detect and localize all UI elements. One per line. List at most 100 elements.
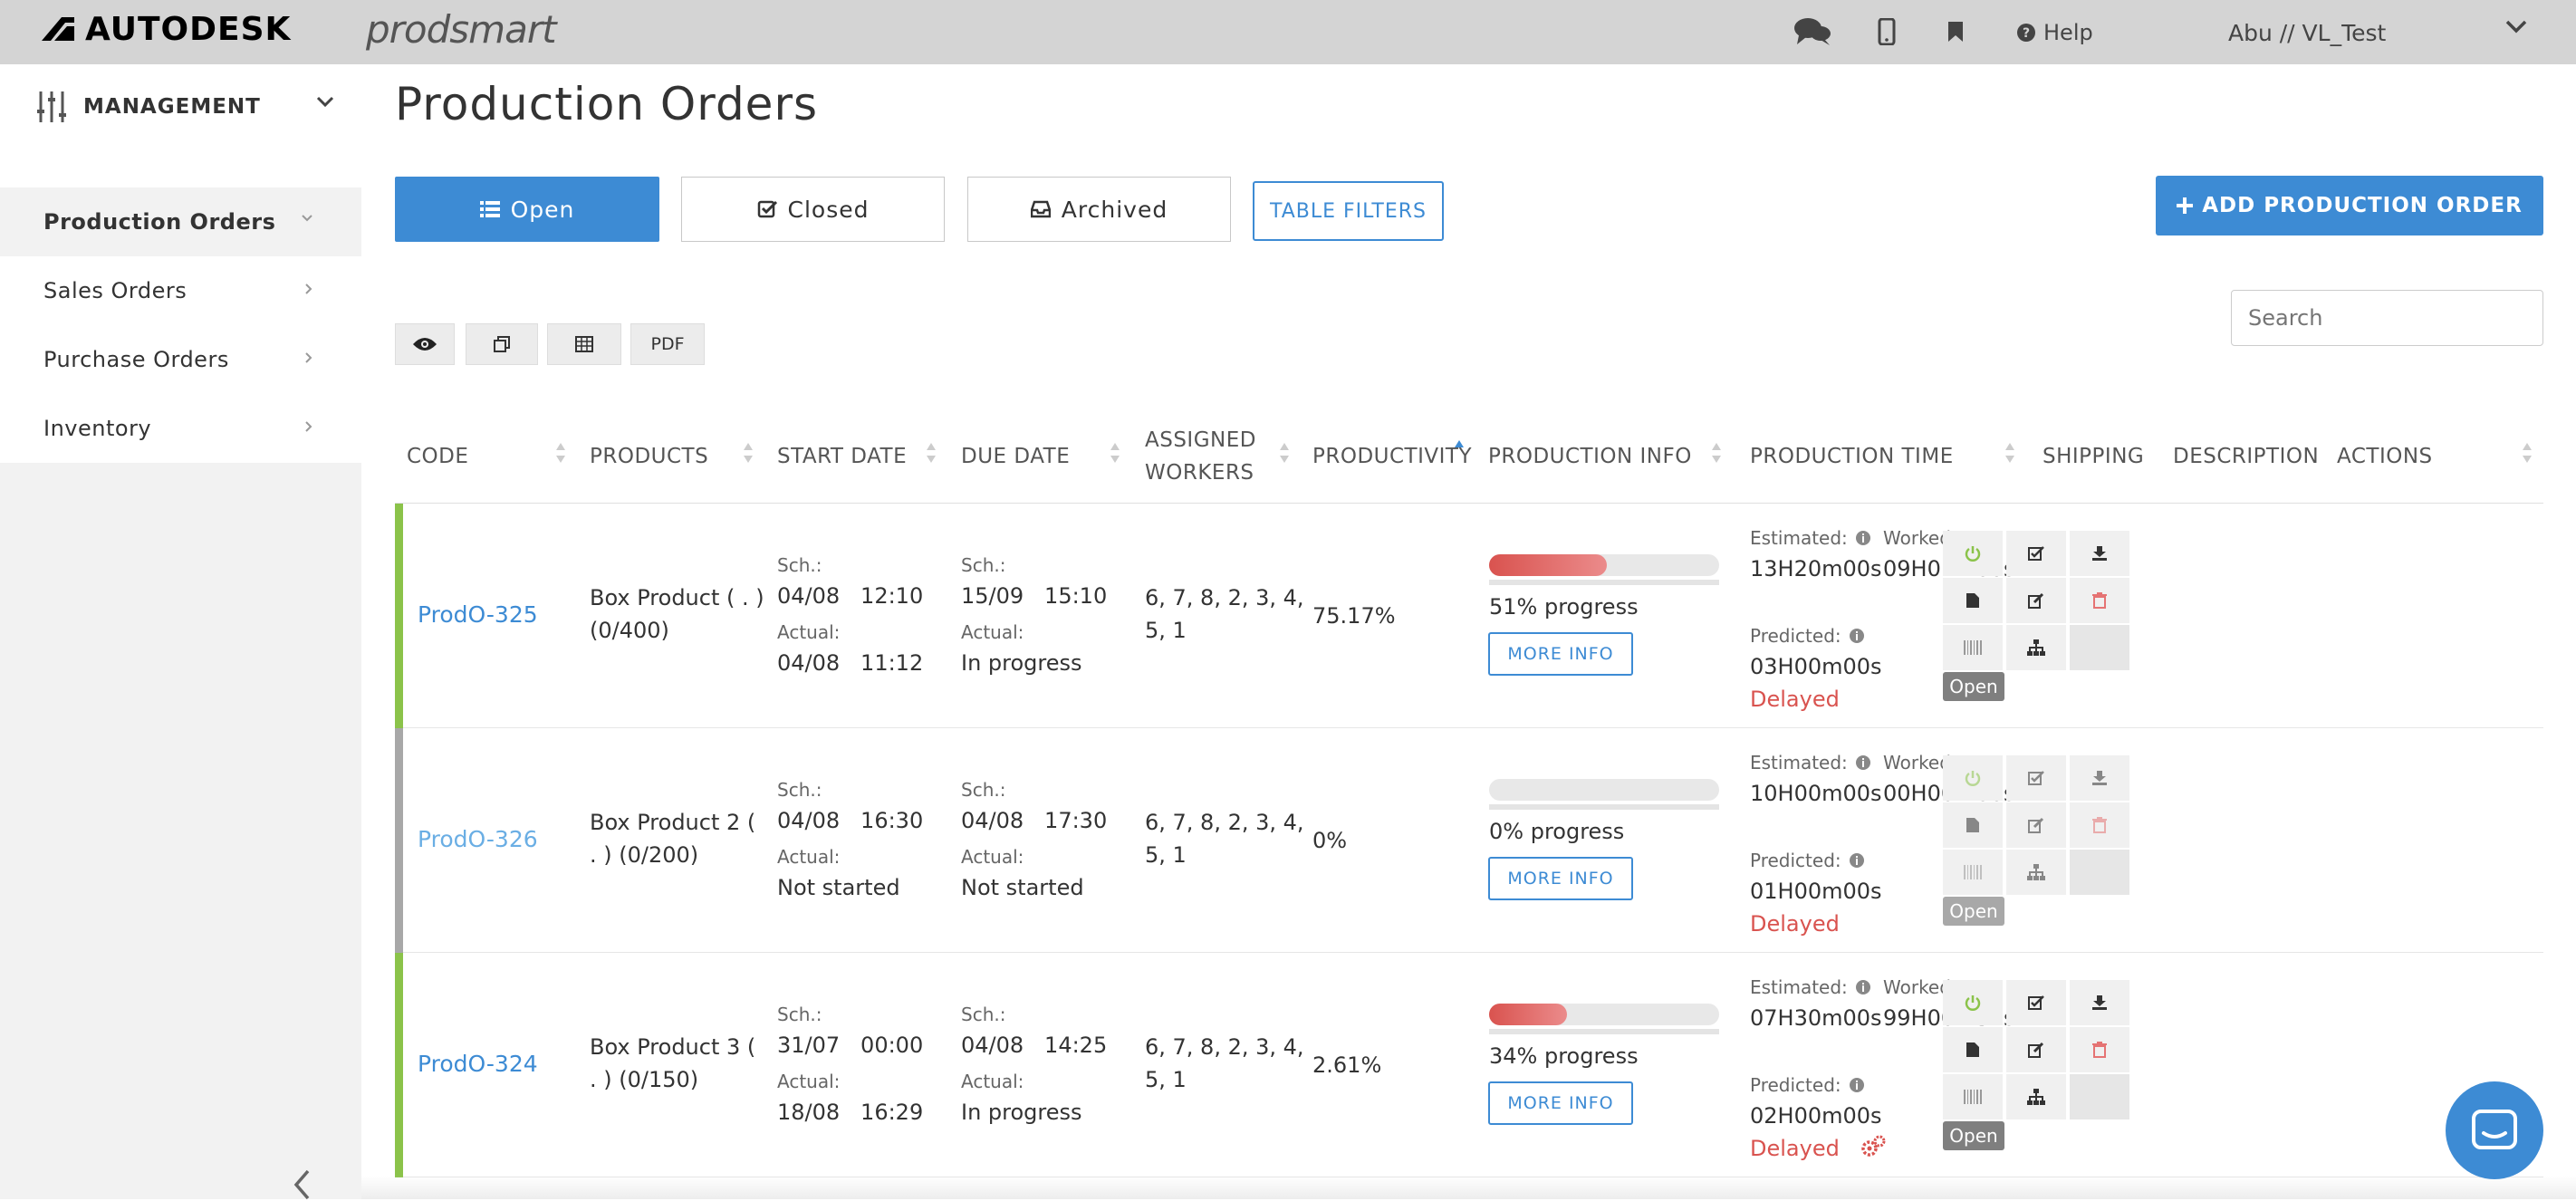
file-button[interactable] (1943, 802, 2003, 848)
tab-open[interactable]: Open (395, 177, 659, 242)
gears-icon[interactable] (1860, 1134, 1886, 1169)
progress-text: 34% progress (1489, 1043, 1639, 1069)
empty-action-slot (2070, 850, 2129, 895)
file-button[interactable] (1943, 1027, 2003, 1072)
col-header-due-date[interactable]: DUE DATE (961, 440, 1070, 473)
edit-button[interactable] (2006, 1027, 2066, 1072)
trash-button[interactable] (2070, 802, 2129, 848)
info-icon[interactable] (1849, 1077, 1865, 1093)
collapse-sidebar-icon[interactable] (292, 1168, 312, 1201)
sort-icon[interactable] (2522, 441, 2533, 465)
autodesk-logo-icon (42, 17, 74, 41)
table-row[interactable]: ProdO-326 Box Product 2 (. ) (0/200) Sch.:… (395, 728, 2543, 953)
trash-button[interactable] (2070, 1027, 2129, 1072)
sidebar-item-label: Inventory (43, 416, 152, 441)
col-header-assigned-workers-1[interactable]: ASSIGNED (1145, 424, 1256, 456)
sidebar-item-production-orders[interactable]: Production Orders (0, 187, 361, 256)
plus-icon (2177, 197, 2194, 214)
toggle-columns-button[interactable] (395, 323, 455, 365)
assigned-workers: 6, 7, 8, 2, 3, 4, (1145, 585, 1304, 610)
sort-icon[interactable] (1279, 441, 1290, 465)
col-header-productivity[interactable]: PRODUCTIVITY (1312, 440, 1472, 473)
sidebar-item-purchase-orders[interactable]: Purchase Orders (0, 325, 361, 394)
export-excel-button[interactable] (547, 323, 621, 365)
sidebar-item-inventory-row[interactable]: Inventory (0, 394, 361, 463)
sort-icon[interactable] (2004, 441, 2015, 465)
sitemap-button[interactable] (2006, 625, 2066, 670)
sort-icon[interactable] (1110, 441, 1120, 465)
more-info-button[interactable]: MORE INFO (1488, 632, 1633, 676)
barcode-button[interactable] (1943, 625, 2003, 670)
tab-closed[interactable]: Closed (681, 177, 945, 242)
info-icon[interactable] (1855, 754, 1871, 771)
copy-button[interactable] (466, 323, 538, 365)
sliders-icon (37, 91, 66, 122)
order-code-link[interactable]: ProdO-325 (418, 601, 538, 628)
col-header-start-date[interactable]: START DATE (777, 440, 907, 473)
barcode-button[interactable] (1943, 850, 2003, 895)
sort-ascending-icon[interactable] (1454, 438, 1465, 462)
sitemap-button[interactable] (2006, 850, 2066, 895)
sitemap-button[interactable] (2006, 1074, 2066, 1119)
intercom-chat-button[interactable] (2446, 1081, 2543, 1179)
predicted-value: 01H00m00s (1750, 879, 1882, 904)
check-square-button[interactable] (2006, 980, 2066, 1025)
search-input[interactable] (2231, 290, 2543, 346)
file-button[interactable] (1943, 578, 2003, 623)
col-header-shipping[interactable]: SHIPPING (2043, 440, 2144, 473)
user-menu[interactable]: Abu // VL_Test (2228, 13, 2386, 53)
info-icon[interactable] (1849, 852, 1865, 869)
info-icon[interactable] (1849, 628, 1865, 644)
chat-icon[interactable] (1792, 9, 1833, 54)
power-button[interactable] (1943, 531, 2003, 576)
sidebar-item-sales-orders[interactable]: Sales Orders (0, 256, 361, 325)
sort-icon[interactable] (743, 441, 754, 465)
due-actual-label: Actual: (961, 1071, 1024, 1092)
status-bar (395, 728, 403, 953)
col-header-code[interactable]: CODE (407, 440, 468, 473)
info-icon[interactable] (1855, 979, 1871, 995)
product-quantity: . ) (0/200) (590, 842, 699, 868)
barcode-button[interactable] (1943, 1074, 2003, 1119)
more-info-button[interactable]: MORE INFO (1488, 1081, 1633, 1125)
trash-button[interactable] (2070, 578, 2129, 623)
col-header-description[interactable]: DESCRIPTION (2173, 440, 2319, 473)
prodsmart-logo[interactable]: prodsmart (366, 2, 557, 56)
bottom-shadow (361, 1176, 2576, 1199)
tab-archived[interactable]: Archived (967, 177, 1231, 242)
order-code-link[interactable]: ProdO-324 (418, 1051, 538, 1077)
due-actual-label: Actual: (961, 846, 1024, 868)
add-production-order-button[interactable]: ADD PRODUCTION ORDER (2156, 176, 2543, 235)
col-header-production-time[interactable]: PRODUCTION TIME (1750, 440, 1954, 473)
management-section-toggle[interactable]: MANAGEMENT (36, 81, 335, 133)
sort-icon[interactable] (926, 441, 937, 465)
col-header-actions[interactable]: ACTIONS (2337, 440, 2433, 473)
power-button[interactable] (1943, 980, 2003, 1025)
info-icon[interactable] (1855, 530, 1871, 546)
chevron-down-icon[interactable] (2504, 16, 2529, 40)
check-square-icon (2028, 545, 2044, 562)
download-button[interactable] (2070, 980, 2129, 1025)
table-row[interactable]: ProdO-325 Box Product ( . ) (0/400) Sch.: 04… (395, 504, 2543, 728)
col-header-products[interactable]: PRODUCTS (590, 440, 708, 473)
order-code-link[interactable]: ProdO-326 (418, 826, 538, 852)
col-header-production-info[interactable]: PRODUCTION INFO (1488, 440, 1692, 473)
bookmark-icon[interactable] (1946, 9, 1966, 54)
edit-button[interactable] (2006, 578, 2066, 623)
export-pdf-button[interactable]: PDF (630, 323, 705, 365)
download-button[interactable] (2070, 755, 2129, 801)
check-square-button[interactable] (2006, 531, 2066, 576)
autodesk-logo[interactable]: AUTODESK (40, 11, 291, 48)
sort-icon[interactable] (555, 441, 566, 465)
more-info-button[interactable]: MORE INFO (1488, 857, 1633, 900)
check-square-button[interactable] (2006, 755, 2066, 801)
download-button[interactable] (2070, 531, 2129, 576)
mobile-icon[interactable] (1875, 9, 1898, 54)
sort-icon[interactable] (1711, 441, 1722, 465)
power-button[interactable] (1943, 755, 2003, 801)
table-row[interactable]: ProdO-324 Box Product 3 (. ) (0/150) Sch.:… (395, 953, 2543, 1177)
edit-button[interactable] (2006, 802, 2066, 848)
col-header-assigned-workers-2[interactable]: WORKERS (1145, 456, 1254, 489)
help-link[interactable]: ? Help (2016, 13, 2093, 53)
table-filters-button[interactable]: TABLE FILTERS (1253, 181, 1444, 241)
